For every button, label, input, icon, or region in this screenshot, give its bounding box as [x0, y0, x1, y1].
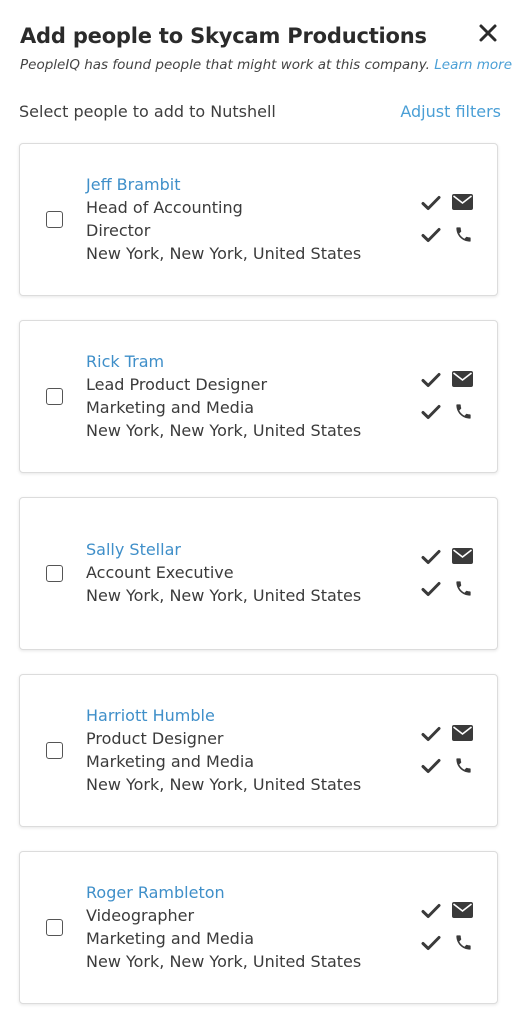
person-detail: Marketing and Media [86, 398, 255, 417]
check-icon [421, 228, 441, 242]
person-select-checkbox[interactable] [46, 211, 63, 228]
person-select-checkbox[interactable] [46, 919, 63, 936]
person-info: Jeff Brambit Head of Accounting Director Ne… [86, 173, 361, 265]
person-detail: Account Executive [86, 563, 234, 582]
person-location: New York, New York, United States [86, 952, 362, 971]
adjust-filters-link[interactable]: Adjust filters [400, 102, 501, 121]
person-card: Jeff Brambit Head of Accounting Director Ne… [19, 143, 498, 296]
contact-verification [421, 542, 473, 606]
person-location: New York, New York, United States [86, 244, 362, 263]
person-card: Roger Rambleton Videographer Marketing and… [19, 851, 498, 1004]
email-verified-row [421, 365, 473, 397]
close-icon[interactable] [475, 20, 501, 46]
person-card: Sally Stellar Account Executive New York, … [19, 497, 498, 650]
person-location: New York, New York, United States [86, 775, 362, 794]
person-select-checkbox[interactable] [46, 742, 63, 759]
person-card: Rick Tram Lead Product Designer Marketing … [19, 320, 498, 473]
email-verified-row [421, 896, 473, 928]
check-icon [421, 582, 441, 596]
person-select-checkbox[interactable] [46, 565, 63, 582]
person-info: Sally Stellar Account Executive New York, … [86, 538, 361, 607]
contact-verification [421, 365, 473, 429]
person-detail: Product Designer [86, 729, 224, 748]
person-select-checkbox[interactable] [46, 388, 63, 405]
check-icon [421, 373, 441, 387]
check-icon [421, 196, 441, 210]
envelope-icon [452, 902, 473, 918]
person-info: Roger Rambleton Videographer Marketing and… [86, 881, 361, 973]
envelope-icon [452, 548, 473, 564]
phone-icon [456, 581, 471, 596]
dialog-subtitle: PeopleIQ has found people that might wor… [20, 56, 512, 74]
close-button[interactable] [475, 20, 501, 46]
person-name-link[interactable]: Rick Tram [86, 350, 361, 373]
person-name-link[interactable]: Jeff Brambit [86, 173, 361, 196]
check-icon [421, 727, 441, 741]
check-icon [421, 936, 441, 950]
learn-more-link[interactable]: Learn more [434, 57, 512, 73]
envelope-icon [452, 725, 473, 741]
person-location: New York, New York, United States [86, 421, 362, 440]
person-name-link[interactable]: Harriott Humble [86, 704, 361, 727]
person-info: Harriott Humble Product Designer Marketing… [86, 704, 361, 796]
envelope-icon [452, 194, 473, 210]
person-location: New York, New York, United States [86, 586, 362, 605]
contact-verification [421, 719, 473, 783]
phone-verified-row [421, 220, 473, 252]
person-detail: Lead Product Designer [86, 375, 268, 394]
phone-icon [456, 935, 471, 950]
contact-verification [421, 188, 473, 252]
phone-icon [456, 227, 471, 242]
person-detail: Head of Accounting [86, 198, 243, 217]
check-icon [421, 405, 441, 419]
envelope-icon [452, 371, 473, 387]
person-detail: Videographer [86, 906, 195, 925]
check-icon [421, 550, 441, 564]
dialog-title: Add people to Skycam Productions [20, 24, 427, 48]
select-people-prompt: Select people to add to Nutshell [19, 102, 276, 121]
selection-row: Select people to add to Nutshell Adjust … [19, 100, 501, 124]
email-verified-row [421, 542, 473, 574]
person-detail: Marketing and Media [86, 752, 255, 771]
person-card: Harriott Humble Product Designer Marketing… [19, 674, 498, 827]
person-detail: Marketing and Media [86, 929, 255, 948]
email-verified-row [421, 188, 473, 220]
phone-verified-row [421, 751, 473, 783]
phone-verified-row [421, 574, 473, 606]
person-info: Rick Tram Lead Product Designer Marketing … [86, 350, 361, 442]
phone-icon [456, 758, 471, 773]
email-verified-row [421, 719, 473, 751]
person-name-link[interactable]: Sally Stellar [86, 538, 361, 561]
person-detail: Director [86, 221, 151, 240]
check-icon [421, 904, 441, 918]
dialog-header: Add people to Skycam Productions PeopleI… [20, 20, 512, 74]
check-icon [421, 759, 441, 773]
phone-verified-row [421, 928, 473, 960]
contact-verification [421, 896, 473, 960]
phone-verified-row [421, 397, 473, 429]
person-name-link[interactable]: Roger Rambleton [86, 881, 361, 904]
subtitle-text: PeopleIQ has found people that might wor… [20, 57, 430, 73]
phone-icon [456, 404, 471, 419]
